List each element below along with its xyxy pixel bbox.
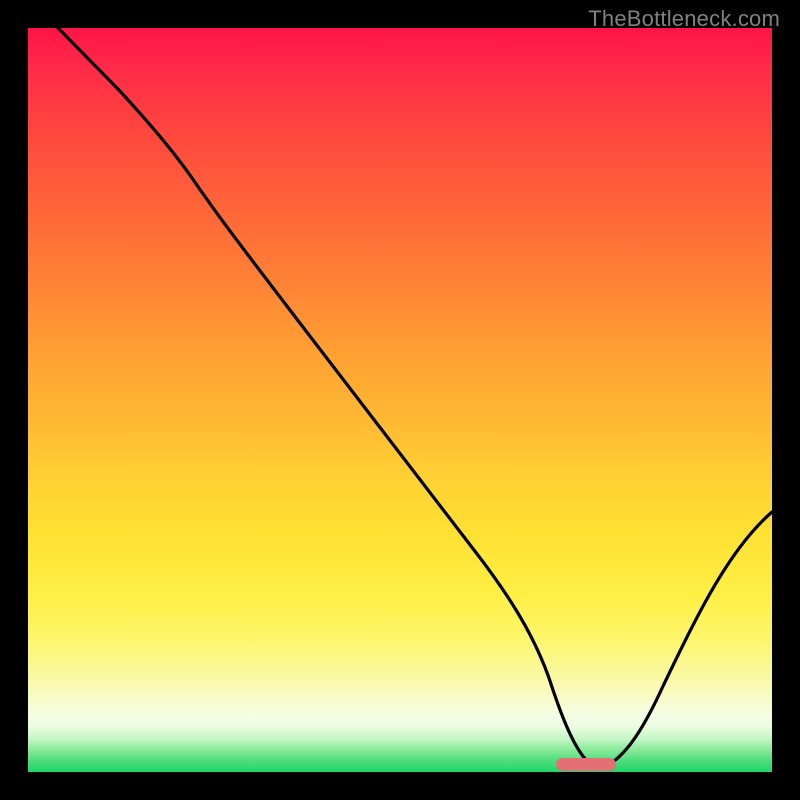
chart-frame: TheBottleneck.com [0, 0, 800, 800]
bottleneck-chart [28, 28, 772, 772]
bottleneck-curve [58, 28, 772, 767]
watermark-label: TheBottleneck.com [588, 6, 780, 32]
optimal-range-marker [556, 758, 616, 771]
plot-area [28, 28, 772, 772]
